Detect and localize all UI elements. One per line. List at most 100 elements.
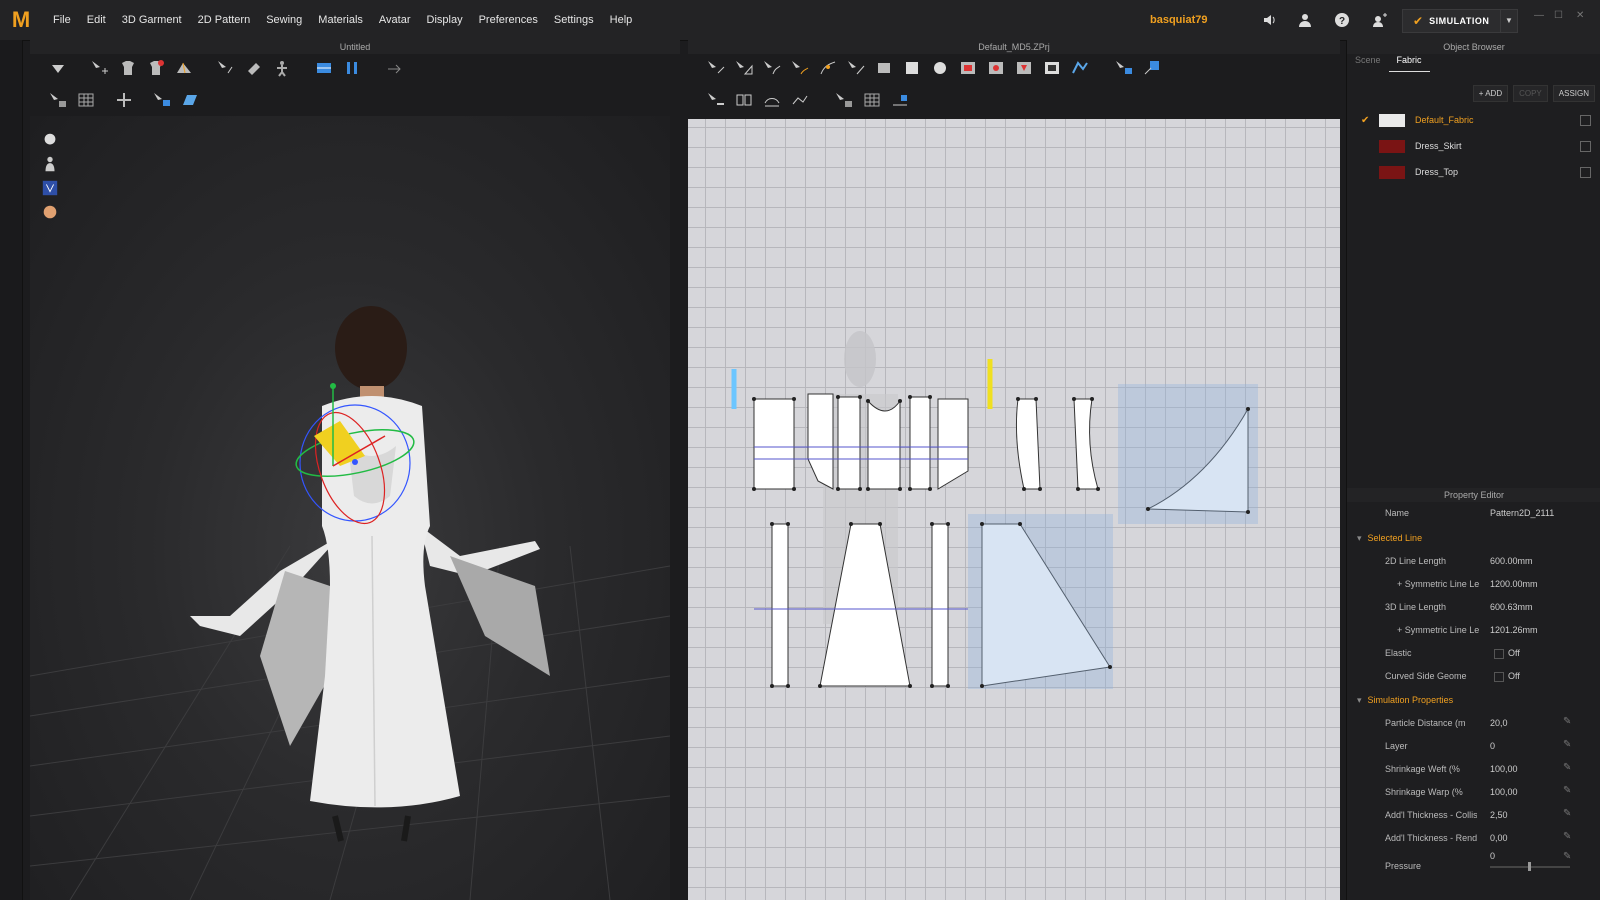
menu-2d-pattern[interactable]: 2D Pattern (190, 14, 259, 26)
section-simulation-properties[interactable]: ▾ Simulation Properties (1357, 695, 1453, 706)
maximize-icon[interactable]: ☐ (1554, 10, 1563, 21)
menu-materials[interactable]: Materials (310, 14, 371, 26)
edit-point-icon[interactable] (844, 58, 868, 78)
fabric-item-default[interactable]: ✔ Default_Fabric (1347, 108, 1600, 132)
pressure-slider-handle[interactable] (1528, 862, 1531, 871)
grid-2d-icon[interactable] (860, 90, 884, 110)
section-selected-line[interactable]: ▾ Selected Line (1357, 533, 1422, 544)
prop-value[interactable]: 100,00 (1490, 787, 1518, 797)
select-mesh-2d-icon[interactable] (832, 90, 856, 110)
add-point-icon[interactable] (816, 58, 840, 78)
arrange-icon[interactable] (112, 90, 136, 110)
menu-settings[interactable]: Settings (546, 14, 602, 26)
edit-pencil-icon[interactable]: ✎ (1563, 851, 1571, 862)
curve-point-icon[interactable] (788, 58, 812, 78)
avatar-body-icon[interactable] (40, 154, 60, 174)
menu-avatar[interactable]: Avatar (371, 14, 419, 26)
garment-pin-icon[interactable] (144, 58, 168, 78)
edit-pencil-icon[interactable]: ✎ (1563, 716, 1571, 727)
assign-fabric-button[interactable]: ASSIGN (1552, 85, 1595, 102)
dart-icon[interactable] (1012, 58, 1036, 78)
toolbar-3d-row1 (46, 58, 410, 78)
prop-value[interactable]: 100,00 (1490, 764, 1518, 774)
down-arrow-icon[interactable] (46, 58, 70, 78)
curved-checkbox[interactable] (1494, 672, 1504, 682)
prop-label: Layer (1385, 741, 1408, 751)
add-fabric-button[interactable]: + ADD (1472, 85, 1509, 102)
menu-preferences[interactable]: Preferences (471, 14, 546, 26)
trace-icon[interactable] (1068, 58, 1092, 78)
edit-pencil-icon[interactable]: ✎ (1563, 785, 1571, 796)
garment-fold-icon[interactable] (172, 58, 196, 78)
garment-display-icon[interactable] (40, 178, 60, 198)
flatten-icon[interactable] (178, 90, 202, 110)
tab-scene[interactable]: Scene (1347, 52, 1389, 72)
avatar-head-icon[interactable] (40, 130, 60, 150)
edit-pencil-icon[interactable]: ✎ (1563, 831, 1571, 842)
prop-value[interactable]: 2,50 (1490, 810, 1508, 820)
fabric-delete-icon[interactable] (1580, 166, 1591, 178)
fabric-delete-icon[interactable] (1580, 114, 1591, 126)
measure-icon[interactable] (382, 58, 406, 78)
prop-value[interactable]: 0,00 (1490, 833, 1508, 843)
menu-3d-garment[interactable]: 3D Garment (114, 14, 190, 26)
elastic-checkbox[interactable] (1494, 649, 1504, 659)
avatar-tool-icon[interactable] (270, 58, 294, 78)
speaker-icon[interactable] (1262, 12, 1278, 28)
edit-curve-icon[interactable] (760, 58, 784, 78)
texture-icon[interactable] (1140, 58, 1164, 78)
simulation-button[interactable]: ✔ SIMULATION (1402, 9, 1508, 33)
prop-value[interactable]: 0 (1490, 851, 1495, 861)
fabric-delete-icon[interactable] (1580, 140, 1591, 152)
internal-rect-icon[interactable] (956, 58, 980, 78)
segment-sewing-icon[interactable] (704, 90, 728, 110)
arrange-2d-icon[interactable] (888, 90, 912, 110)
user-icon[interactable] (1297, 12, 1313, 28)
edit-pattern-icon[interactable] (732, 58, 756, 78)
sewing-curve-icon[interactable] (760, 90, 784, 110)
tab-fabric[interactable]: Fabric (1388, 52, 1430, 72)
tack-icon[interactable] (242, 58, 266, 78)
grid-mesh-icon[interactable] (74, 90, 98, 110)
select-mesh-icon[interactable] (46, 90, 70, 110)
garment-select-icon[interactable] (116, 58, 140, 78)
close-icon[interactable]: ✕ (1576, 10, 1584, 21)
menu-display[interactable]: Display (419, 14, 471, 26)
prop-value: Off (1508, 648, 1520, 658)
edit-pencil-icon[interactable]: ✎ (1563, 739, 1571, 750)
2d-pattern-window[interactable] (688, 119, 1340, 900)
simulation-dropdown[interactable]: ▼ (1500, 9, 1518, 33)
menu-sewing[interactable]: Sewing (258, 14, 310, 26)
skin-display-icon[interactable] (40, 202, 60, 222)
help-icon[interactable]: ? (1334, 12, 1350, 28)
transform-pattern-icon[interactable] (704, 58, 728, 78)
fabric-item-top[interactable]: Dress_Top (1347, 160, 1600, 184)
minimize-icon[interactable]: — (1534, 10, 1544, 21)
check-sewing-icon[interactable] (788, 90, 812, 110)
select-point-icon[interactable] (214, 58, 238, 78)
prop-value[interactable]: 0 (1490, 741, 1495, 751)
edit-pencil-icon[interactable]: ✎ (1563, 808, 1571, 819)
select-flat-icon[interactable] (150, 90, 174, 110)
fabric-item-skirt[interactable]: Dress_Skirt (1347, 134, 1600, 158)
prop-value[interactable]: Pattern2D_2111 (1490, 508, 1554, 518)
cut-blue-icon[interactable] (340, 58, 364, 78)
username-link[interactable]: basquiat79 (1150, 14, 1207, 26)
menu-file[interactable]: File (45, 14, 79, 26)
rectangle-icon[interactable] (900, 58, 924, 78)
edit-pencil-icon[interactable]: ✎ (1563, 762, 1571, 773)
prop-value[interactable]: 20,0 (1490, 718, 1508, 728)
circle-icon[interactable] (928, 58, 952, 78)
select-move-icon[interactable] (88, 58, 112, 78)
menu-edit[interactable]: Edit (79, 14, 114, 26)
share-icon[interactable] (1372, 12, 1388, 28)
select-texture-icon[interactable] (1112, 58, 1136, 78)
menu-help[interactable]: Help (602, 14, 641, 26)
internal-circle-icon[interactable] (984, 58, 1008, 78)
internal-polygon-icon[interactable] (1040, 58, 1064, 78)
3d-viewport[interactable] (30, 116, 670, 900)
free-sewing-icon[interactable] (732, 90, 756, 110)
copy-fabric-button[interactable]: COPY (1513, 85, 1548, 102)
pin-blue-icon[interactable] (312, 58, 336, 78)
polygon-icon[interactable] (872, 58, 896, 78)
